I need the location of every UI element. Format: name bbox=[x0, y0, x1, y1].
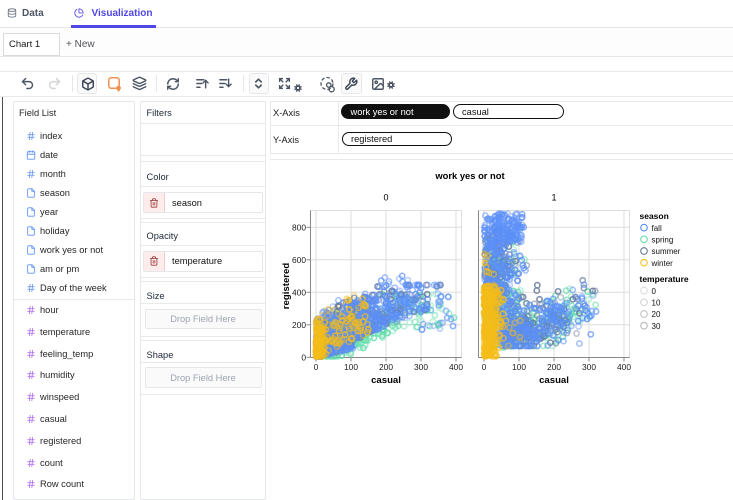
svg-text:600: 600 bbox=[292, 255, 306, 265]
svg-text:0: 0 bbox=[482, 362, 487, 372]
svg-text:work yes or not: work yes or not bbox=[434, 170, 504, 181]
svg-text:0: 0 bbox=[652, 287, 657, 296]
svg-text:casual: casual bbox=[371, 375, 401, 386]
svg-text:temperature: temperature bbox=[640, 274, 689, 284]
svg-text:0: 0 bbox=[314, 362, 319, 372]
svg-text:100: 100 bbox=[512, 362, 526, 372]
svg-text:winter: winter bbox=[651, 259, 674, 268]
svg-text:400: 400 bbox=[617, 362, 631, 372]
svg-text:summer: summer bbox=[652, 247, 681, 256]
svg-text:10: 10 bbox=[652, 299, 661, 308]
svg-text:200: 200 bbox=[547, 362, 561, 372]
svg-text:season: season bbox=[640, 211, 669, 221]
svg-text:100: 100 bbox=[344, 362, 358, 372]
svg-text:20: 20 bbox=[652, 310, 661, 319]
svg-text:400: 400 bbox=[449, 362, 463, 372]
svg-text:200: 200 bbox=[379, 362, 393, 372]
svg-text:1: 1 bbox=[551, 193, 556, 203]
svg-text:fall: fall bbox=[652, 224, 662, 233]
svg-text:30: 30 bbox=[652, 322, 661, 331]
svg-text:spring: spring bbox=[652, 236, 674, 245]
svg-text:800: 800 bbox=[292, 222, 306, 232]
svg-text:casual: casual bbox=[539, 375, 569, 386]
svg-text:registered: registered bbox=[281, 263, 292, 310]
svg-text:0: 0 bbox=[301, 352, 306, 362]
svg-text:0: 0 bbox=[383, 193, 388, 203]
svg-text:300: 300 bbox=[582, 362, 596, 372]
svg-text:200: 200 bbox=[292, 320, 306, 330]
svg-text:400: 400 bbox=[292, 287, 306, 297]
svg-text:300: 300 bbox=[414, 362, 428, 372]
